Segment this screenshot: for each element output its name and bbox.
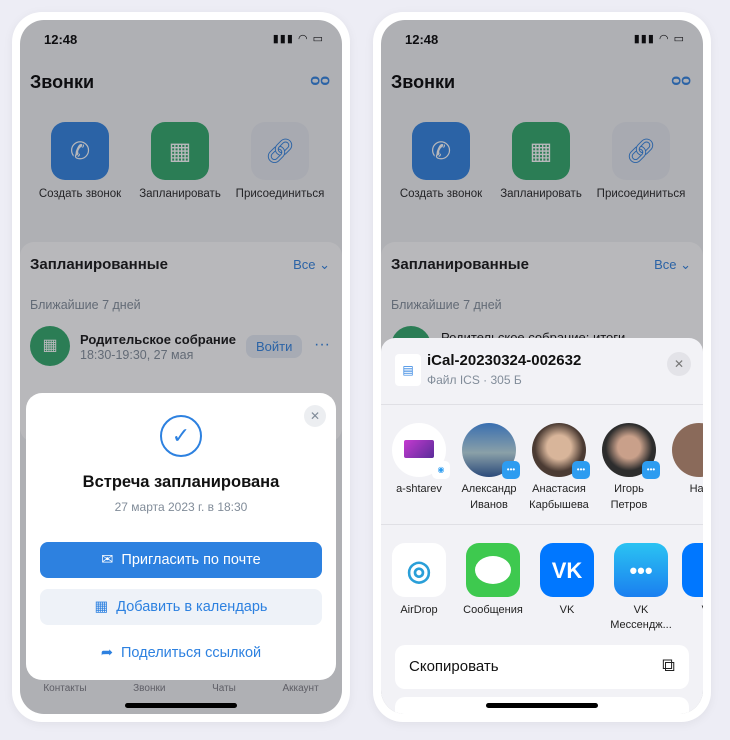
label: Пригласить по почте	[121, 552, 261, 568]
vk-messenger-icon: •••	[614, 543, 668, 597]
copy-label: Скопировать	[409, 658, 499, 675]
airdrop-icon: ◎	[392, 543, 446, 597]
mail-icon: ✉	[101, 552, 114, 568]
check-circle-icon: ✓	[160, 415, 202, 457]
share-sheet: ▤ iCal-20230324-002632 Файл ICS · 305 Б …	[381, 338, 703, 714]
home-indicator	[486, 703, 598, 708]
tab-chats[interactable]: Чаты	[212, 683, 236, 695]
person-name: Нат	[689, 483, 703, 495]
share-person[interactable]: ••• Игорь Петров	[594, 423, 664, 513]
vk-messenger-badge-icon: •••	[642, 461, 660, 479]
tab-contacts[interactable]: Контакты	[43, 683, 86, 695]
home-indicator	[125, 703, 237, 708]
tab-calls[interactable]: Звонки	[133, 683, 165, 695]
calendar-icon: ▦	[94, 599, 109, 615]
file-name: iCal-20230324-002632	[427, 352, 582, 369]
app-label: VK	[559, 604, 575, 616]
share-app-vk[interactable]: VK VK	[534, 543, 600, 618]
avatar: ◉	[392, 423, 450, 479]
copy-button[interactable]: Скопировать ⧉	[395, 645, 689, 689]
app-label-2: Мессендж...	[610, 619, 672, 631]
share-person[interactable]: ••• Анастасия Карбышева	[524, 423, 594, 513]
avatar: •••	[462, 423, 520, 479]
person-name: Анастасия	[532, 483, 586, 495]
share-app-messages[interactable]: Сообщения	[460, 543, 526, 618]
airdrop-badge-icon: ◉	[432, 461, 450, 479]
close-icon[interactable]: ✕	[304, 405, 326, 427]
file-info: Файл ICS · 305 Б	[427, 373, 522, 387]
share-app-vk-other[interactable]: VK	[676, 543, 703, 618]
divider	[381, 524, 703, 525]
modal-title: Встреча запланирована	[82, 473, 280, 491]
person-surname: Иванов	[470, 499, 508, 511]
share-person[interactable]: ◉ a-shtarev	[384, 423, 454, 497]
divider	[381, 404, 703, 405]
screen-right: 12:48 ▮▮▮ ◠ ▭ Звонки ᴑᴑ ✆ Создать звонок …	[381, 20, 703, 714]
person-name: a-shtarev	[396, 483, 442, 495]
share-person[interactable]: Нат	[664, 423, 703, 497]
app-label: VK	[676, 603, 703, 618]
share-link-button[interactable]: ➦ Поделиться ссылкой	[40, 635, 322, 671]
messages-icon	[466, 543, 520, 597]
vk-messenger-badge-icon: •••	[572, 461, 590, 479]
share-app-airdrop[interactable]: ◎ AirDrop	[386, 543, 452, 618]
person-name: Александр	[461, 483, 517, 495]
person-surname: Петров	[610, 499, 648, 511]
person-surname: Карбышева	[529, 499, 589, 511]
avatar: •••	[602, 423, 660, 479]
label: Поделиться ссылкой	[121, 645, 262, 661]
phone-left: 12:48 ▮▮▮ ◠ ▭ Звонки ᴑᴑ ✆ Создать звонок …	[12, 12, 350, 722]
invite-email-button[interactable]: ✉ Пригласить по почте	[40, 542, 322, 578]
app-label: AirDrop	[400, 604, 438, 616]
label: Добавить в календарь	[116, 599, 268, 615]
vk-app-icon	[682, 543, 703, 597]
modal-subtitle: 27 марта 2023 г. в 18:30	[114, 500, 248, 514]
meeting-scheduled-modal: ✕ ✓ Встреча запланирована 27 марта 2023 …	[26, 393, 336, 680]
file-icon: ▤	[395, 354, 421, 386]
share-person[interactable]: ••• Александр Иванов	[454, 423, 524, 513]
share-icon: ➦	[100, 645, 113, 661]
avatar	[672, 423, 703, 477]
copy-icon: ⧉	[662, 655, 675, 675]
app-label: Сообщения	[463, 604, 523, 616]
close-icon[interactable]: ✕	[667, 352, 691, 376]
avatar: •••	[532, 423, 590, 479]
phone-right: 12:48 ▮▮▮ ◠ ▭ Звонки ᴑᴑ ✆ Создать звонок …	[373, 12, 711, 722]
screen-left: 12:48 ▮▮▮ ◠ ▭ Звонки ᴑᴑ ✆ Создать звонок …	[20, 20, 342, 714]
add-calendar-button[interactable]: ▦ Добавить в календарь	[40, 589, 322, 625]
share-app-vk-messenger[interactable]: ••• VK Мессендж...	[608, 543, 674, 633]
tab-account[interactable]: Аккаунт	[282, 683, 318, 695]
person-name: Игорь	[614, 483, 644, 495]
vk-icon: VK	[540, 543, 594, 597]
app-label: VK	[633, 604, 649, 616]
vk-messenger-badge-icon: •••	[502, 461, 520, 479]
tab-bar: Контакты Звонки Чаты Аккаунт	[20, 683, 342, 695]
